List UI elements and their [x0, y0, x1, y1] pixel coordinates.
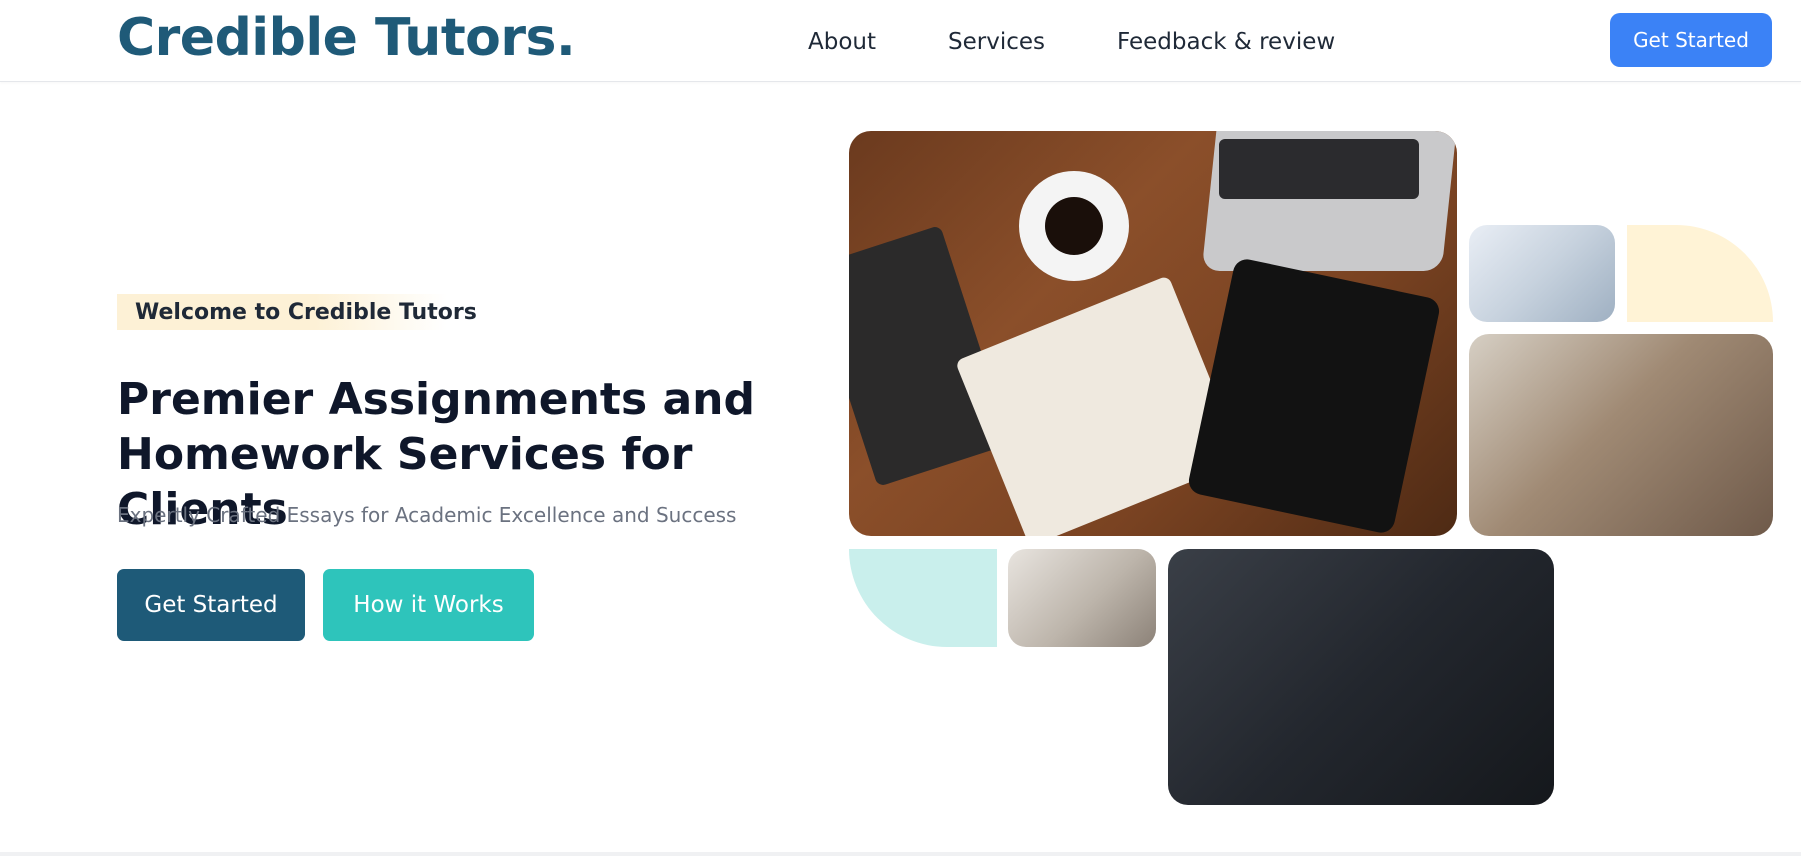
nav-get-started-button[interactable]: Get Started — [1610, 13, 1772, 67]
student-thinking-photo — [1469, 225, 1615, 322]
site-logo[interactable]: Credible Tutors. — [117, 8, 576, 68]
hero-subtitle: Expertly Crafted Essays for Academic Exc… — [117, 503, 737, 527]
hero-title-line-1: Premier Assignments and — [117, 374, 755, 425]
nav-link-about[interactable]: About — [808, 24, 876, 60]
how-it-works-button[interactable]: How it Works — [323, 569, 534, 641]
coffee — [1045, 197, 1103, 255]
tablet-shape — [1186, 256, 1442, 536]
decorative-teal-shape — [849, 549, 997, 647]
decorative-yellow-shape — [1627, 225, 1773, 322]
section-divider — [0, 852, 1801, 856]
nav-link-feedback[interactable]: Feedback & review — [1117, 24, 1335, 60]
notebook-shape — [954, 275, 1244, 536]
desk-study-photo — [849, 131, 1457, 536]
primary-nav: About Services Feedback & review — [808, 24, 1335, 60]
laptop-student-photo — [1168, 549, 1554, 805]
keyboard-shape — [1219, 139, 1419, 199]
writing-photo — [1008, 549, 1156, 647]
get-started-button[interactable]: Get Started — [117, 569, 305, 641]
nav-link-services[interactable]: Services — [948, 24, 1045, 60]
welcome-badge: Welcome to Credible Tutors — [117, 294, 477, 330]
navbar: Credible Tutors. About Services Feedback… — [0, 0, 1801, 82]
group-study-photo — [1469, 334, 1773, 536]
